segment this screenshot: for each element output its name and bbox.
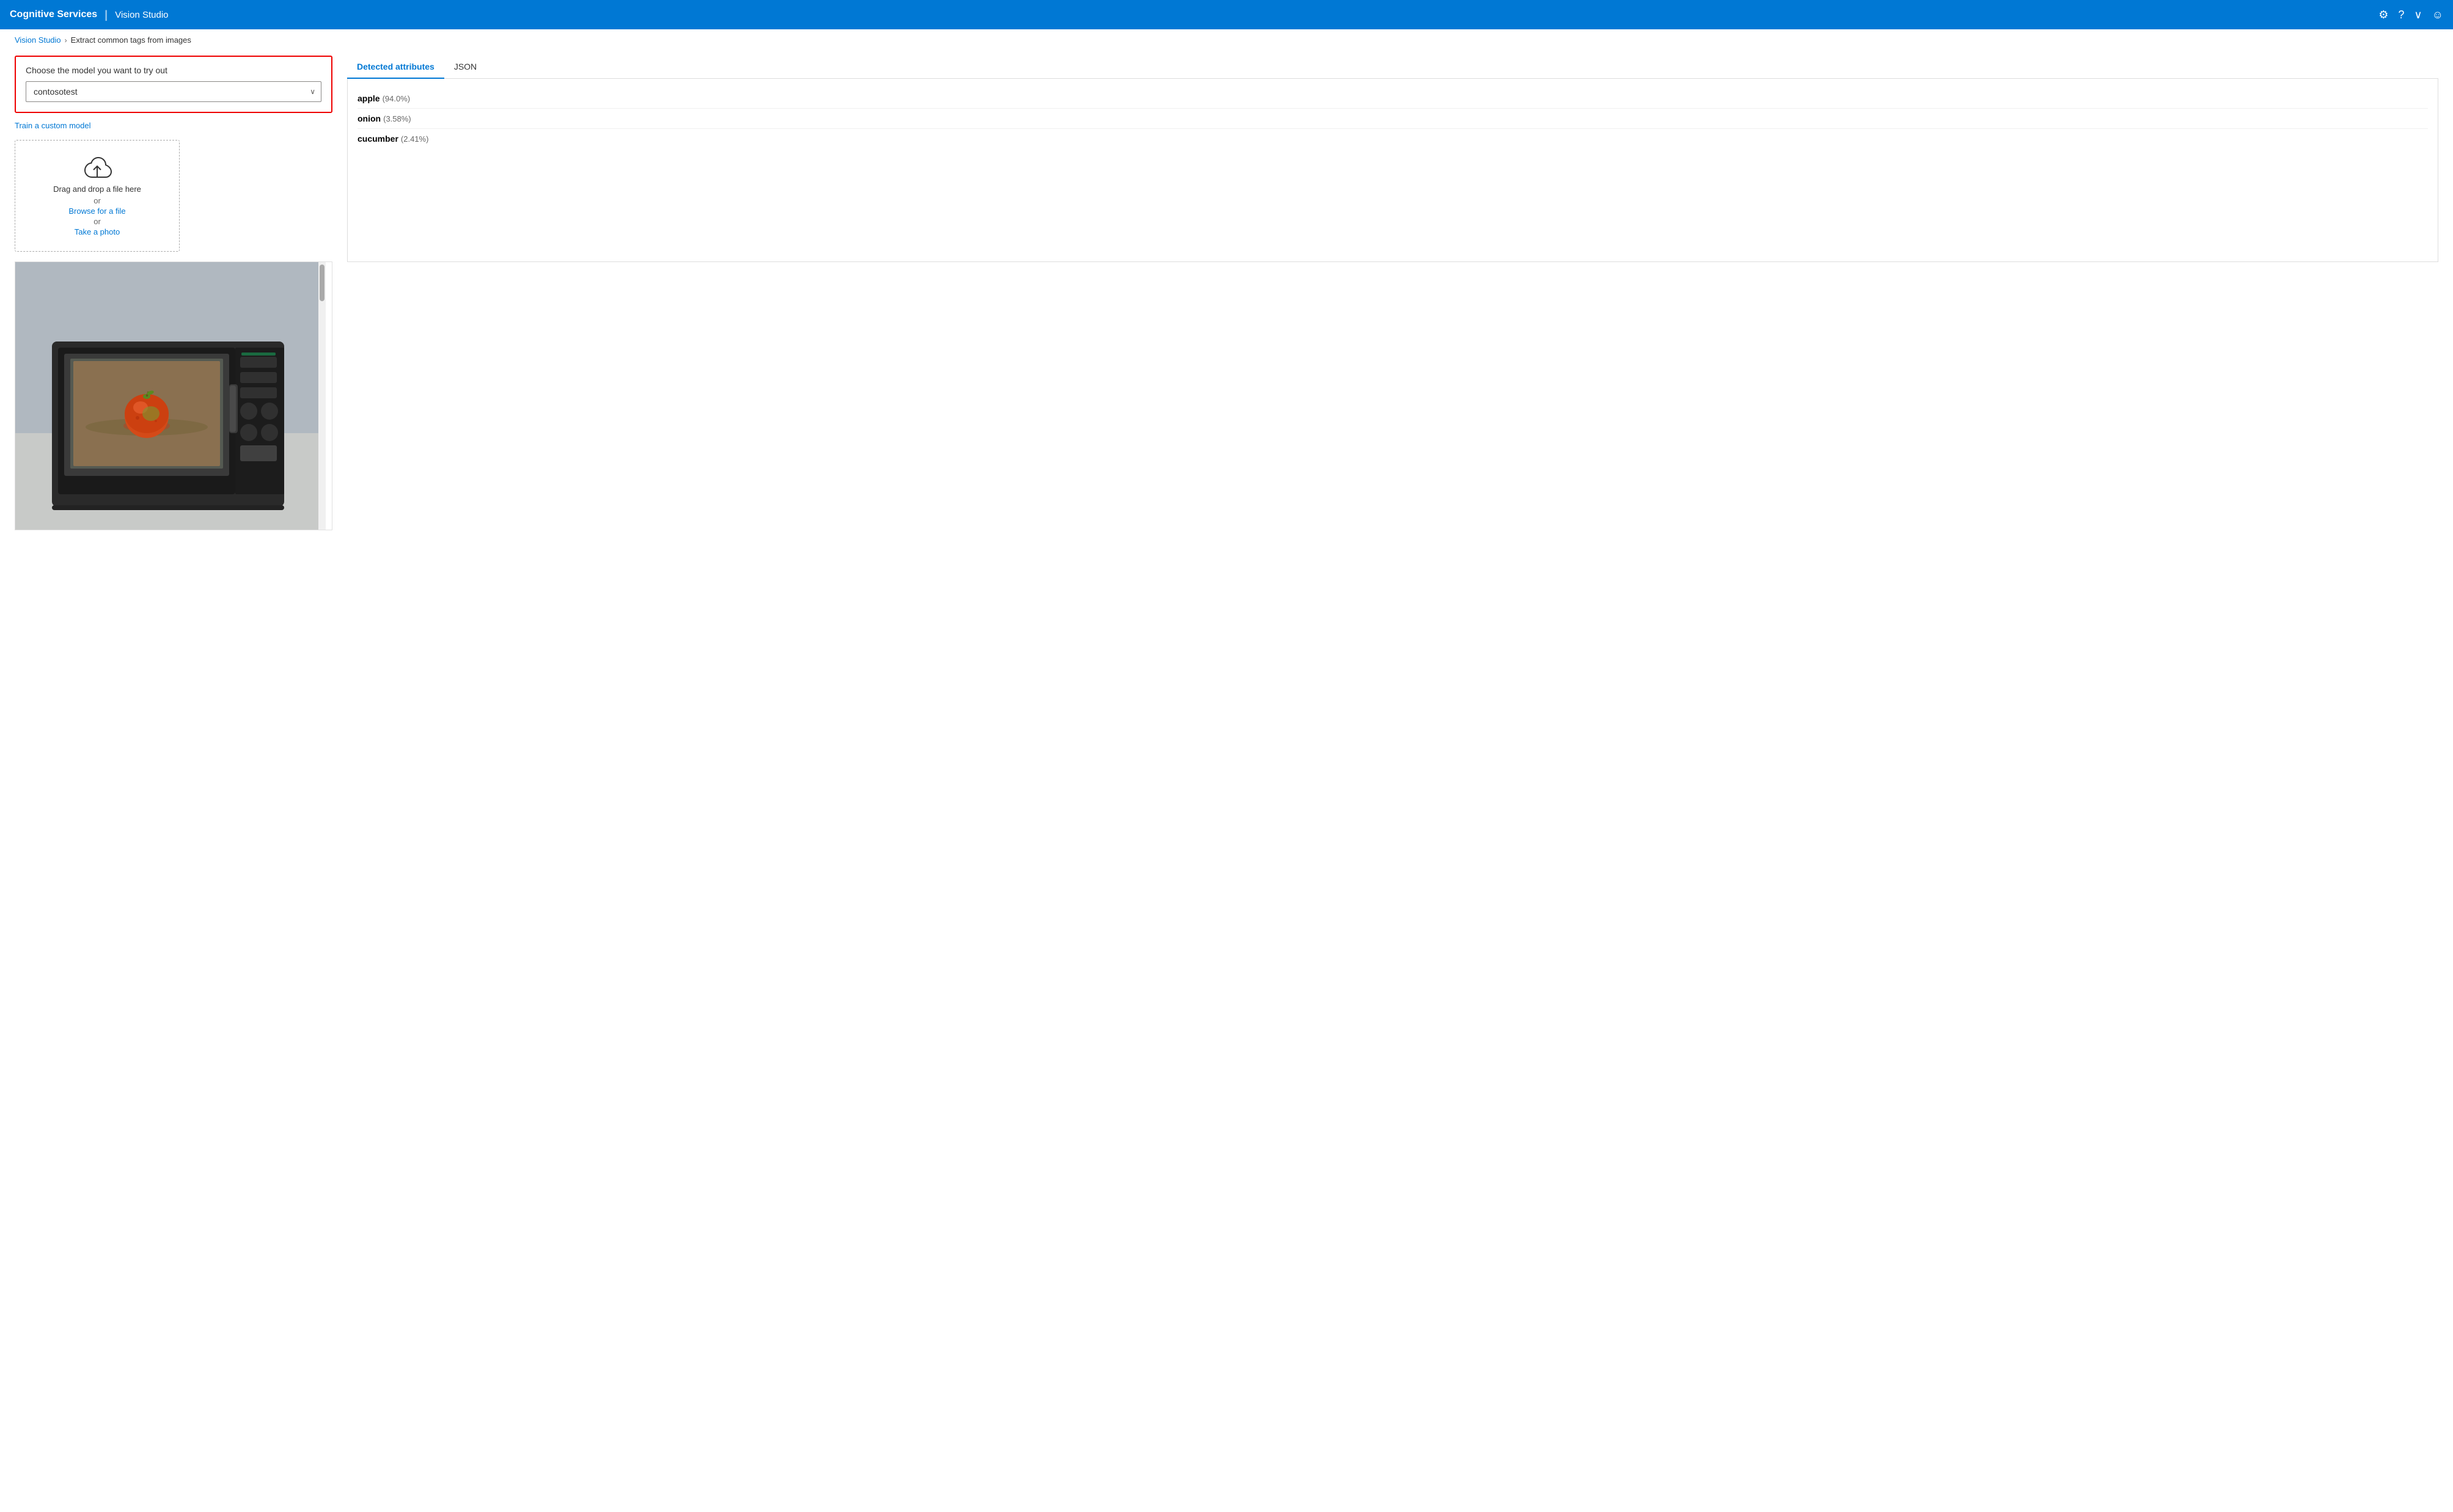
brand-name: Cognitive Services: [10, 9, 97, 20]
help-icon[interactable]: ?: [2398, 9, 2404, 21]
attribute-score: (94.0%): [383, 94, 411, 103]
user-icon[interactable]: ☺: [2432, 9, 2443, 21]
attribute-name: onion: [358, 114, 381, 123]
chevron-down-icon[interactable]: ∨: [2414, 9, 2422, 21]
dropdown-wrapper: contosotest general custom-model-1 ∨: [26, 81, 321, 102]
topbar-right: ⚙ ? ∨ ☺: [2378, 9, 2443, 21]
attribute-item: apple (94.0%): [358, 89, 2428, 109]
model-selector-label: Choose the model you want to try out: [26, 65, 321, 75]
settings-icon[interactable]: ⚙: [2378, 9, 2388, 21]
cloud-upload-icon: [82, 155, 112, 180]
upload-or-1: or: [25, 196, 169, 205]
image-area: [15, 261, 332, 530]
tab-detected-attributes[interactable]: Detected attributes: [347, 56, 444, 79]
topbar-left: Cognitive Services | Vision Studio: [10, 9, 169, 21]
attribute-score: (3.58%): [383, 114, 411, 123]
model-dropdown[interactable]: contosotest general custom-model-1: [26, 81, 321, 102]
attribute-name: apple: [358, 93, 380, 103]
breadcrumb-separator: ›: [65, 36, 67, 45]
main-content: Choose the model you want to try out con…: [0, 51, 2453, 545]
model-selector-box: Choose the model you want to try out con…: [15, 56, 332, 113]
attribute-item: cucumber (2.41%): [358, 129, 2428, 148]
right-panel: Detected attributes JSON apple (94.0%) o…: [347, 56, 2438, 530]
attribute-score: (2.41%): [401, 134, 429, 144]
uploaded-image: [15, 262, 326, 530]
breadcrumb-home-link[interactable]: Vision Studio: [15, 35, 61, 45]
topbar: Cognitive Services | Vision Studio ⚙ ? ∨…: [0, 0, 2453, 29]
drag-drop-text: Drag and drop a file here: [25, 184, 169, 194]
upload-box[interactable]: Drag and drop a file here or Browse for …: [15, 140, 180, 252]
app-name: Vision Studio: [115, 10, 168, 20]
breadcrumb: Vision Studio › Extract common tags from…: [0, 29, 2453, 51]
tab-json[interactable]: JSON: [444, 56, 486, 79]
attribute-name: cucumber: [358, 134, 398, 144]
topbar-divider: |: [105, 9, 108, 21]
upload-or-2: or: [25, 217, 169, 226]
breadcrumb-current: Extract common tags from images: [71, 35, 191, 45]
browse-file-link[interactable]: Browse for a file: [68, 206, 125, 216]
tabs-container: Detected attributes JSON: [347, 56, 2438, 79]
train-custom-model-link[interactable]: Train a custom model: [15, 121, 91, 130]
attribute-item: onion (3.58%): [358, 109, 2428, 129]
attributes-panel: apple (94.0%) onion (3.58%) cucumber (2.…: [347, 79, 2438, 262]
left-panel: Choose the model you want to try out con…: [15, 56, 332, 530]
take-photo-link[interactable]: Take a photo: [75, 227, 120, 236]
